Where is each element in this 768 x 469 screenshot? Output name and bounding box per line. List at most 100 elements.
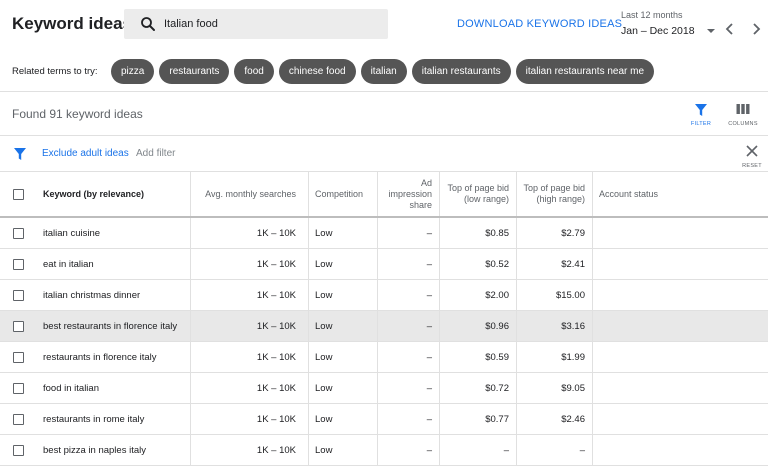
chevron-right-icon[interactable] xyxy=(750,22,762,36)
competition-cell: Low xyxy=(309,218,378,248)
account-status-cell xyxy=(593,218,768,248)
chip-italian[interactable]: italian xyxy=(360,59,407,84)
keyword-cell: restaurants in rome italy xyxy=(36,404,191,434)
date-range-label: Last 12 months xyxy=(621,10,683,20)
competition-cell: Low xyxy=(309,404,378,434)
keyword-table: Keyword (by relevance) Avg. monthly sear… xyxy=(0,172,768,466)
row-checkbox[interactable] xyxy=(12,258,24,270)
row-checkbox[interactable] xyxy=(12,289,24,301)
column-header-label: impression xyxy=(388,188,432,199)
avg-searches-cell: 1K – 10K xyxy=(191,342,309,372)
impression-share-cell: – xyxy=(378,342,440,372)
column-header-label: Top of page bid xyxy=(447,183,509,193)
row-check-cell xyxy=(0,280,36,310)
competition-cell: Low xyxy=(309,342,378,372)
competition-cell: Low xyxy=(309,311,378,341)
row-checkbox[interactable] xyxy=(12,444,24,456)
reset-button[interactable]: RESET xyxy=(738,142,766,170)
bid-low-cell: $0.52 xyxy=(440,249,517,279)
related-terms-bar: Related terms to try: pizza restaurants … xyxy=(0,52,768,92)
column-header-bid-low[interactable]: Top of page bid (low range) xyxy=(440,172,517,216)
avg-searches-cell: 1K – 10K xyxy=(191,435,309,465)
column-header-bid-high[interactable]: Top of page bid (high range) xyxy=(517,172,593,216)
impression-share-cell: – xyxy=(378,373,440,403)
chip-italian-restaurants-near-me[interactable]: italian restaurants near me xyxy=(515,59,655,84)
table-row[interactable]: food in italian 1K – 10K Low – $0.72 $9.… xyxy=(0,373,768,404)
bid-low-cell: $0.59 xyxy=(440,342,517,372)
filter-button-label: FILTER xyxy=(690,121,712,127)
impression-share-cell: – xyxy=(378,280,440,310)
search-icon xyxy=(141,17,155,31)
bid-low-cell: $2.00 xyxy=(440,280,517,310)
keyword-cell: italian christmas dinner xyxy=(36,280,191,310)
results-summary: Found 91 keyword ideas FILTER COLUMNS xyxy=(0,92,768,136)
chevron-left-icon[interactable] xyxy=(724,22,736,36)
column-header-account-status[interactable]: Account status xyxy=(593,172,768,216)
account-status-cell xyxy=(593,311,768,341)
row-check-cell xyxy=(0,218,36,248)
column-header-label: (high range) xyxy=(536,194,585,204)
column-header-competition[interactable]: Competition xyxy=(309,172,378,216)
table-header: Keyword (by relevance) Avg. monthly sear… xyxy=(0,172,768,218)
bid-high-cell: $2.46 xyxy=(517,404,593,434)
filter-icon xyxy=(14,148,26,160)
table-row[interactable]: eat in italian 1K – 10K Low – $0.52 $2.4… xyxy=(0,249,768,280)
column-header-label: Top of page bid xyxy=(523,183,585,193)
row-checkbox[interactable] xyxy=(12,320,24,332)
row-checkbox[interactable] xyxy=(12,351,24,363)
impression-share-cell: – xyxy=(378,311,440,341)
keyword-cell: italian cuisine xyxy=(36,218,191,248)
chip-restaurants[interactable]: restaurants xyxy=(159,59,230,84)
exclude-adult-ideas-filter[interactable]: Exclude adult ideas xyxy=(42,148,129,159)
filter-bar: Exclude adult ideas Add filter RESET xyxy=(0,136,768,172)
columns-icon xyxy=(736,104,750,114)
filter-button[interactable]: FILTER xyxy=(683,101,719,129)
account-status-cell xyxy=(593,435,768,465)
column-header-keyword[interactable]: Keyword (by relevance) xyxy=(36,172,191,216)
chip-food[interactable]: food xyxy=(234,59,274,84)
bid-high-cell: $3.16 xyxy=(517,311,593,341)
column-header-ad-impression-share[interactable]: Ad impression share xyxy=(378,172,440,216)
chip-italian-restaurants[interactable]: italian restaurants xyxy=(411,59,511,84)
row-checkbox[interactable] xyxy=(12,227,24,239)
keyword-cell: food in italian xyxy=(36,373,191,403)
table-row[interactable]: italian cuisine 1K – 10K Low – $0.85 $2.… xyxy=(0,218,768,249)
row-checkbox[interactable] xyxy=(12,382,24,394)
account-status-cell xyxy=(593,280,768,310)
competition-cell: Low xyxy=(309,435,378,465)
avg-searches-cell: 1K – 10K xyxy=(191,280,309,310)
row-checkbox[interactable] xyxy=(12,413,24,425)
dropdown-arrow-icon[interactable] xyxy=(707,29,715,33)
table-row[interactable]: restaurants in florence italy 1K – 10K L… xyxy=(0,342,768,373)
bid-high-cell: – xyxy=(517,435,593,465)
columns-button[interactable]: COLUMNS xyxy=(725,101,761,129)
keyword-cell: best pizza in naples italy xyxy=(36,435,191,465)
row-check-cell xyxy=(0,342,36,372)
row-check-cell xyxy=(0,311,36,341)
select-all-cell xyxy=(0,172,36,216)
table-row[interactable]: restaurants in rome italy 1K – 10K Low –… xyxy=(0,404,768,435)
bid-high-cell: $2.79 xyxy=(517,218,593,248)
search-input[interactable] xyxy=(164,14,374,34)
column-header-label: (low range) xyxy=(463,194,509,204)
impression-share-cell: – xyxy=(378,404,440,434)
avg-searches-cell: 1K – 10K xyxy=(191,249,309,279)
add-filter-button[interactable]: Add filter xyxy=(136,148,175,159)
chip-chinese-food[interactable]: chinese food xyxy=(278,59,356,84)
column-header-avg-monthly-searches[interactable]: Avg. monthly searches xyxy=(191,172,309,216)
column-header-label: Ad xyxy=(420,177,432,188)
table-row[interactable]: italian christmas dinner 1K – 10K Low – … xyxy=(0,280,768,311)
select-all-checkbox[interactable] xyxy=(12,188,24,200)
page-title: Keyword ideas xyxy=(12,14,132,33)
table-row[interactable]: best restaurants in florence italy 1K – … xyxy=(0,311,768,342)
table-row[interactable]: best pizza in naples italy 1K – 10K Low … xyxy=(0,435,768,466)
reset-button-label: RESET xyxy=(742,163,762,169)
account-status-cell xyxy=(593,249,768,279)
date-range-select[interactable]: Jan – Dec 2018 xyxy=(621,25,695,37)
avg-searches-cell: 1K – 10K xyxy=(191,218,309,248)
chip-pizza[interactable]: pizza xyxy=(111,59,155,84)
search-box[interactable] xyxy=(124,9,388,39)
download-keyword-ideas-button[interactable]: DOWNLOAD KEYWORD IDEAS xyxy=(457,18,622,30)
impression-share-cell: – xyxy=(378,218,440,248)
bid-low-cell: $0.72 xyxy=(440,373,517,403)
